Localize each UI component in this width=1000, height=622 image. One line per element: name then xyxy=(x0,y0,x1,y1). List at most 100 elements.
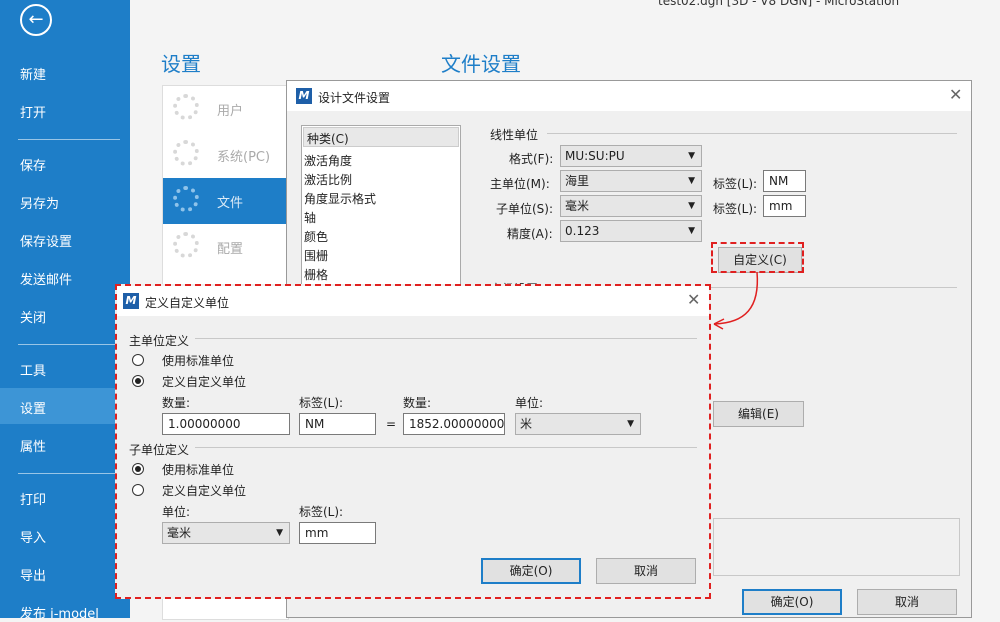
sub-tag-label: 标签(L): xyxy=(713,202,758,216)
sub-tag-input[interactable]: mm xyxy=(299,522,376,544)
master-custom-radio[interactable] xyxy=(132,375,144,387)
settings-item-user[interactable]: 用户 xyxy=(163,86,288,132)
microstation-logo-icon: M xyxy=(123,293,139,309)
ok-button[interactable]: 确定(O) xyxy=(481,558,581,584)
unit-label: 单位: xyxy=(515,396,544,410)
settings-heading: 设置 xyxy=(161,52,201,76)
nav-item-print[interactable]: 打印 xyxy=(20,489,46,508)
category-header[interactable]: 种类(C) xyxy=(307,130,349,147)
chevron-down-icon: ▼ xyxy=(276,528,283,538)
category-item[interactable]: 激活角度 xyxy=(304,152,352,169)
settings-item-label: 文件 xyxy=(217,196,244,211)
cancel-button[interactable]: 取消 xyxy=(596,558,696,584)
left-nav: ← 新建 打开 保存 另存为 保存设置 发送邮件 关闭 工具 设置 属性 打印 … xyxy=(0,0,130,622)
category-item[interactable]: 栅格 xyxy=(304,266,328,283)
nav-item-open[interactable]: 打开 xyxy=(20,102,46,121)
master-unit-label: 主单位(M): xyxy=(490,177,550,191)
sub-custom-radio[interactable] xyxy=(132,484,144,496)
chevron-down-icon: ▼ xyxy=(688,226,695,236)
settings-item-label: 配置 xyxy=(217,242,244,257)
sub-standard-label: 使用标准单位 xyxy=(162,463,235,477)
settings-item-config[interactable]: 配置 xyxy=(163,224,288,270)
equals-sign: = xyxy=(386,417,397,431)
chevron-down-icon: ▼ xyxy=(688,201,695,211)
nav-divider xyxy=(18,473,120,474)
nav-item-save-as[interactable]: 另存为 xyxy=(20,193,59,212)
master-quantity-input[interactable]: 1.00000000 xyxy=(162,413,290,435)
nav-item-close[interactable]: 关闭 xyxy=(20,307,46,326)
precision-label: 精度(A): xyxy=(507,227,553,241)
settings-item-file[interactable]: 文件 xyxy=(163,178,288,224)
category-list[interactable]: 种类(C) 激活角度 激活比例 角度显示格式 轴 颜色 围栅 栅格 xyxy=(301,125,461,285)
tag-label: 标签(L): xyxy=(299,396,344,410)
settings-item-label: 系统(PC) xyxy=(217,150,271,165)
quantity-label: 数量: xyxy=(162,396,191,410)
file-settings-heading: 文件设置 xyxy=(441,52,521,76)
close-icon[interactable]: ✕ xyxy=(949,85,962,104)
chevron-down-icon: ▼ xyxy=(688,151,695,161)
sub-unit-select[interactable]: 毫米 ▼ xyxy=(162,522,290,544)
settings-item-label: 用户 xyxy=(217,104,244,119)
sub-standard-radio[interactable] xyxy=(132,463,144,475)
nav-item-save[interactable]: 保存 xyxy=(20,155,46,174)
cancel-button[interactable]: 取消 xyxy=(857,589,957,615)
format-label: 格式(F): xyxy=(509,152,554,166)
gear-icon xyxy=(173,232,199,258)
info-panel xyxy=(713,518,960,576)
sub-definition-title: 子单位定义 xyxy=(129,443,190,457)
nav-item-send-mail[interactable]: 发送邮件 xyxy=(20,269,72,288)
nav-item-import[interactable]: 导入 xyxy=(20,527,46,546)
microstation-logo-icon: M xyxy=(296,88,312,104)
chevron-down-icon: ▼ xyxy=(688,176,695,186)
nav-item-properties[interactable]: 属性 xyxy=(20,436,46,455)
master-tag-input[interactable]: NM xyxy=(299,413,376,435)
group-divider xyxy=(195,447,697,448)
dialog-titlebar: M 设计文件设置 ✕ xyxy=(287,81,971,111)
dialog-title: 定义自定义单位 xyxy=(145,296,230,310)
category-item[interactable]: 激活比例 xyxy=(304,171,352,188)
edit-button[interactable]: 编辑(E) xyxy=(713,401,804,427)
category-item[interactable]: 颜色 xyxy=(304,228,328,245)
master-custom-label: 定义自定义单位 xyxy=(162,375,247,389)
category-item[interactable]: 围栅 xyxy=(304,247,328,264)
group-divider xyxy=(547,133,957,134)
precision-select[interactable]: 0.123 ▼ xyxy=(560,220,702,242)
master-unit-select[interactable]: 海里 ▼ xyxy=(560,170,702,192)
quantity-label-2: 数量: xyxy=(403,396,432,410)
close-icon[interactable]: ✕ xyxy=(687,290,700,309)
master-standard-radio[interactable] xyxy=(132,354,144,366)
window-title: test02.dgn [3D - V8 DGN] - MicroStation xyxy=(658,0,900,8)
back-arrow-icon[interactable]: ← xyxy=(20,4,52,36)
nav-divider xyxy=(18,139,120,140)
chevron-down-icon: ▼ xyxy=(627,419,634,429)
sub-unit-select[interactable]: 毫米 ▼ xyxy=(560,195,702,217)
sub-custom-label: 定义自定义单位 xyxy=(162,484,247,498)
equivalent-quantity-input[interactable]: 1852.00000000 xyxy=(403,413,505,435)
sub-tag-label: 标签(L): xyxy=(299,505,344,519)
equivalent-unit-select[interactable]: 米 ▼ xyxy=(515,413,641,435)
gear-icon xyxy=(173,186,199,212)
master-definition-title: 主单位定义 xyxy=(129,334,190,348)
nav-divider xyxy=(18,344,120,345)
sub-tag-input[interactable]: mm xyxy=(763,195,806,217)
category-item[interactable]: 角度显示格式 xyxy=(304,190,376,207)
dialog-title: 设计文件设置 xyxy=(318,91,391,105)
ok-button[interactable]: 确定(O) xyxy=(742,589,842,615)
nav-item-publish-imodel[interactable]: 发布 i-model xyxy=(20,603,99,622)
nav-item-settings[interactable]: 设置 xyxy=(20,398,46,417)
nav-item-new[interactable]: 新建 xyxy=(20,64,46,83)
master-tag-label: 标签(L): xyxy=(713,177,758,191)
group-divider xyxy=(195,338,697,339)
sub-unit-label: 子单位(S): xyxy=(496,202,554,216)
master-tag-input[interactable]: NM xyxy=(763,170,806,192)
nav-item-export[interactable]: 导出 xyxy=(20,565,46,584)
nav-item-tools[interactable]: 工具 xyxy=(20,360,46,379)
settings-item-system[interactable]: 系统(PC) xyxy=(163,132,288,178)
linear-units-title: 线性单位 xyxy=(490,128,539,142)
master-standard-label: 使用标准单位 xyxy=(162,354,235,368)
gear-icon xyxy=(173,94,199,120)
sub-unit-label: 单位: xyxy=(162,505,191,519)
category-item[interactable]: 轴 xyxy=(304,209,316,226)
nav-item-save-settings[interactable]: 保存设置 xyxy=(20,231,72,250)
format-select[interactable]: MU:SU:PU ▼ xyxy=(560,145,702,167)
